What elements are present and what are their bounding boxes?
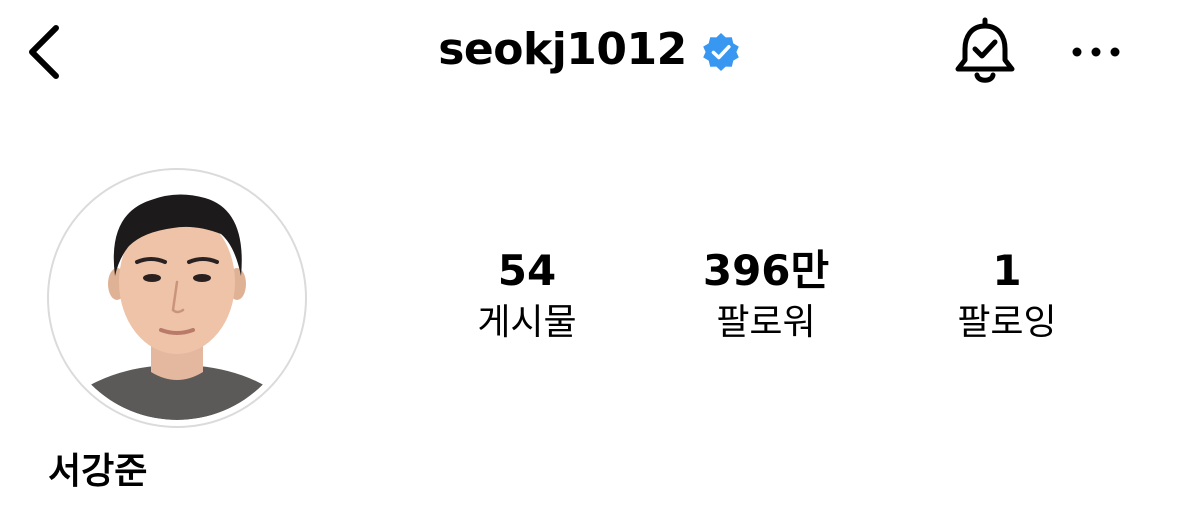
profile-avatar[interactable]	[47, 168, 307, 428]
following-count: 1	[992, 246, 1022, 295]
posts-count: 54	[497, 246, 557, 295]
followers-count: 396만	[702, 246, 830, 295]
verified-badge-icon	[702, 33, 739, 71]
more-horizontal-icon	[1072, 47, 1120, 57]
stat-posts[interactable]: 54 게시물	[427, 245, 627, 347]
more-options-button[interactable]	[1068, 34, 1124, 70]
notifications-button[interactable]	[950, 16, 1020, 88]
following-label: 팔로잉	[957, 302, 1057, 343]
followers-label: 팔로워	[716, 302, 816, 343]
avatar-photo	[55, 176, 299, 420]
profile-header: seokj1012	[0, 0, 1179, 110]
stat-following[interactable]: 1 팔로잉	[907, 245, 1107, 347]
bell-check-icon	[955, 17, 1015, 83]
posts-label: 게시물	[477, 302, 577, 343]
username-title: seokj1012	[438, 24, 687, 75]
stat-followers[interactable]: 396만 팔로워	[666, 245, 866, 347]
profile-display-name: 서강준	[48, 451, 148, 492]
